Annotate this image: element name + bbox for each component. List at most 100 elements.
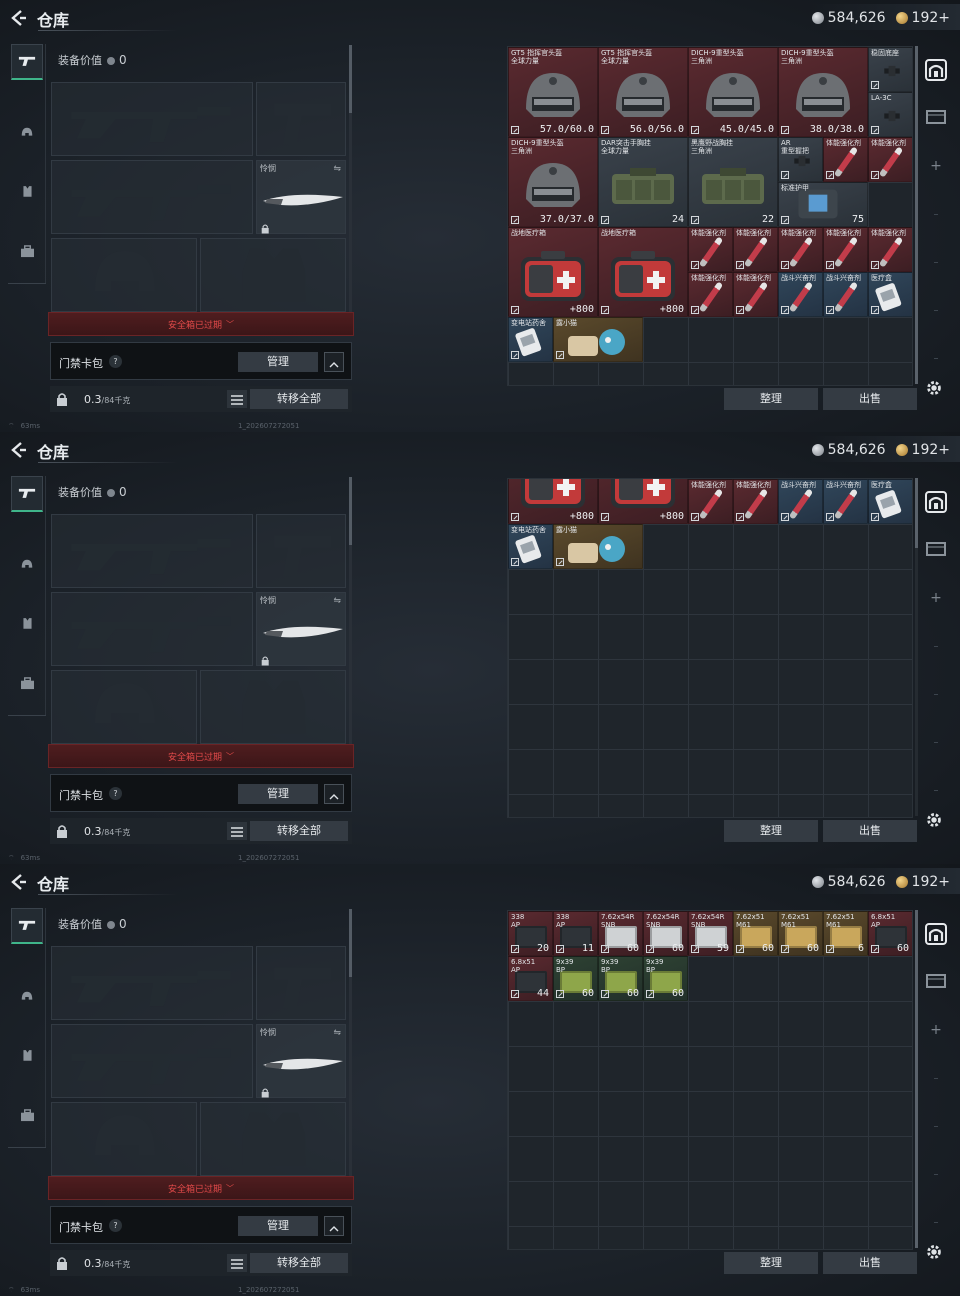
grid-scrollbar[interactable] <box>915 478 918 816</box>
stash-item[interactable]: 战地医疗箱 +800 <box>598 227 688 317</box>
tab-armor[interactable] <box>11 1038 43 1074</box>
helmet-slot[interactable] <box>51 238 197 312</box>
stash-item[interactable]: 黑鹰野战胸挂 三角洲 22 <box>688 137 778 227</box>
pistol-slot[interactable] <box>256 946 346 1020</box>
transfer-all-button[interactable]: 转移全部 <box>250 389 348 409</box>
stash-grid[interactable]: GT5 指挥官头盔 全球力量 57.0/60.0 GT5 指挥官头盔 全球力量 56.… <box>507 46 913 386</box>
stash-item[interactable]: 变电站药舍 <box>508 524 553 569</box>
stash-item[interactable]: 标准护甲 75 <box>778 182 868 227</box>
stash-item[interactable]: 露小猫 <box>553 524 643 569</box>
back-arrow-icon[interactable] <box>8 441 28 459</box>
helmet-slot[interactable] <box>51 1102 197 1176</box>
tab-weapons[interactable] <box>11 908 43 944</box>
stash-item[interactable]: 6.8x51 AP 60 <box>868 911 912 956</box>
safe-box-expired-bar[interactable]: 安全箱已过期 ﹀ <box>48 744 354 768</box>
melee-slot[interactable]: 怜悯 ⇋ <box>256 592 346 666</box>
tab-weapons[interactable] <box>11 476 43 512</box>
sort-button[interactable]: 整理 <box>724 388 818 410</box>
stash-item[interactable]: 体能强化剂 <box>778 227 823 272</box>
stash-item[interactable]: 体能强化剂 <box>733 227 778 272</box>
gear-icon[interactable] <box>924 810 946 832</box>
transfer-all-button[interactable]: 转移全部 <box>250 821 348 841</box>
stash-item[interactable]: 战斗兴奋剂 <box>823 272 868 317</box>
stash-item[interactable]: DICH-9重型头盔 三角洲 45.0/45.0 <box>688 47 778 137</box>
expand-up-button[interactable] <box>324 352 344 372</box>
stash-item[interactable]: 医疗盒 <box>868 272 912 317</box>
stash-item[interactable]: 稳固底座 <box>868 47 912 92</box>
helmet-slot[interactable] <box>51 670 197 744</box>
stash-item[interactable]: 体能强化剂 <box>823 137 868 182</box>
swap-icon[interactable]: ⇋ <box>333 1028 341 1038</box>
stash-item[interactable]: 7.62x51 M61 6 <box>823 911 868 956</box>
stash-item[interactable]: 9x39 BP 60 <box>643 956 688 1001</box>
melee-slot[interactable]: 怜悯 ⇋ <box>256 160 346 234</box>
tab-helmet[interactable] <box>11 980 43 1016</box>
scroll-thumb[interactable] <box>915 46 918 384</box>
armor-slot[interactable] <box>200 670 346 744</box>
currency-display[interactable]: 584,626 192+ <box>811 874 950 890</box>
expansion-tab[interactable] <box>920 534 952 566</box>
manage-button[interactable]: 管理 <box>238 1216 318 1236</box>
stash-tab[interactable] <box>920 488 952 520</box>
scroll-thumb[interactable] <box>915 910 918 1248</box>
stash-item[interactable]: 体能强化剂 <box>733 272 778 317</box>
help-icon[interactable]: ? <box>109 787 122 800</box>
list-view-button[interactable] <box>227 1254 247 1272</box>
stash-grid[interactable]: +800 +800 体能强化剂 体能强化剂 战斗兴奋剂 战斗兴奋剂 医疗盒 变电站药舍 露小猫 <box>507 478 913 818</box>
stash-item[interactable]: 9x39 BP 60 <box>598 956 643 1001</box>
manage-button[interactable]: 管理 <box>238 784 318 804</box>
primary-weapon-slot[interactable] <box>51 82 253 156</box>
primary-weapon-slot[interactable] <box>51 514 253 588</box>
stash-item[interactable]: 体能强化剂 <box>733 479 778 524</box>
stash-item[interactable]: 7.62x54R SNB 59 <box>688 911 733 956</box>
stash-item[interactable]: +800 <box>598 479 688 524</box>
tab-helmet[interactable] <box>11 548 43 584</box>
armor-slot[interactable] <box>200 1102 346 1176</box>
stash-item[interactable]: GT5 指挥官头盔 全球力量 57.0/60.0 <box>508 47 598 137</box>
scroll-thumb[interactable] <box>915 478 918 548</box>
sell-button[interactable]: 出售 <box>823 1252 917 1274</box>
currency-display[interactable]: 584,626 192+ <box>811 10 950 26</box>
stash-item[interactable]: 体能强化剂 <box>688 272 733 317</box>
stash-item[interactable]: 医疗盒 <box>868 479 912 524</box>
list-view-button[interactable] <box>227 390 247 408</box>
gear-icon[interactable] <box>924 1242 946 1264</box>
secondary-weapon-slot[interactable] <box>51 592 253 666</box>
expansion-tab[interactable] <box>920 966 952 998</box>
tab-case[interactable] <box>11 234 43 270</box>
stash-item[interactable]: DICH-9重型头盔 三角洲 37.0/37.0 <box>508 137 598 227</box>
swap-icon[interactable]: ⇋ <box>333 596 341 606</box>
stash-item[interactable]: 7.62x54R SNB 60 <box>643 911 688 956</box>
stash-item[interactable]: 战地医疗箱 +800 <box>508 227 598 317</box>
grid-scrollbar[interactable] <box>915 46 918 384</box>
stash-item[interactable]: GT5 指挥官头盔 全球力量 56.0/56.0 <box>598 47 688 137</box>
stash-item[interactable]: 338 AP 20 <box>508 911 553 956</box>
stash-item[interactable]: 338 AP 11 <box>553 911 598 956</box>
manage-button[interactable]: 管理 <box>238 352 318 372</box>
stash-grid[interactable]: 338 AP 20 338 AP 11 7.62x54R SNB 60 7.62x54R S… <box>507 910 913 1250</box>
melee-slot[interactable]: 怜悯 ⇋ <box>256 1024 346 1098</box>
equipment-scrollbar[interactable] <box>349 45 352 313</box>
swap-icon[interactable]: ⇋ <box>333 164 341 174</box>
stash-item[interactable]: 体能强化剂 <box>688 227 733 272</box>
help-icon[interactable]: ? <box>109 355 122 368</box>
help-icon[interactable]: ? <box>109 1219 122 1232</box>
scroll-thumb[interactable] <box>349 45 352 113</box>
stash-item[interactable]: 7.62x54R SNB 60 <box>598 911 643 956</box>
pistol-slot[interactable] <box>256 514 346 588</box>
tab-case[interactable] <box>11 666 43 702</box>
sell-button[interactable]: 出售 <box>823 820 917 842</box>
stash-item[interactable]: 露小猫 <box>553 317 643 362</box>
sort-button[interactable]: 整理 <box>724 820 818 842</box>
back-arrow-icon[interactable] <box>8 9 28 27</box>
add-storage-button[interactable]: + <box>920 150 952 182</box>
tab-helmet[interactable] <box>11 116 43 152</box>
safe-box-expired-bar[interactable]: 安全箱已过期 ﹀ <box>48 312 354 336</box>
scroll-thumb[interactable] <box>349 909 352 977</box>
pistol-slot[interactable] <box>256 82 346 156</box>
secondary-weapon-slot[interactable] <box>51 160 253 234</box>
expansion-tab[interactable] <box>920 102 952 134</box>
stash-item[interactable]: AR 重型握把 <box>778 137 823 182</box>
stash-item[interactable]: 体能强化剂 <box>688 479 733 524</box>
equipment-scrollbar[interactable] <box>349 477 352 745</box>
